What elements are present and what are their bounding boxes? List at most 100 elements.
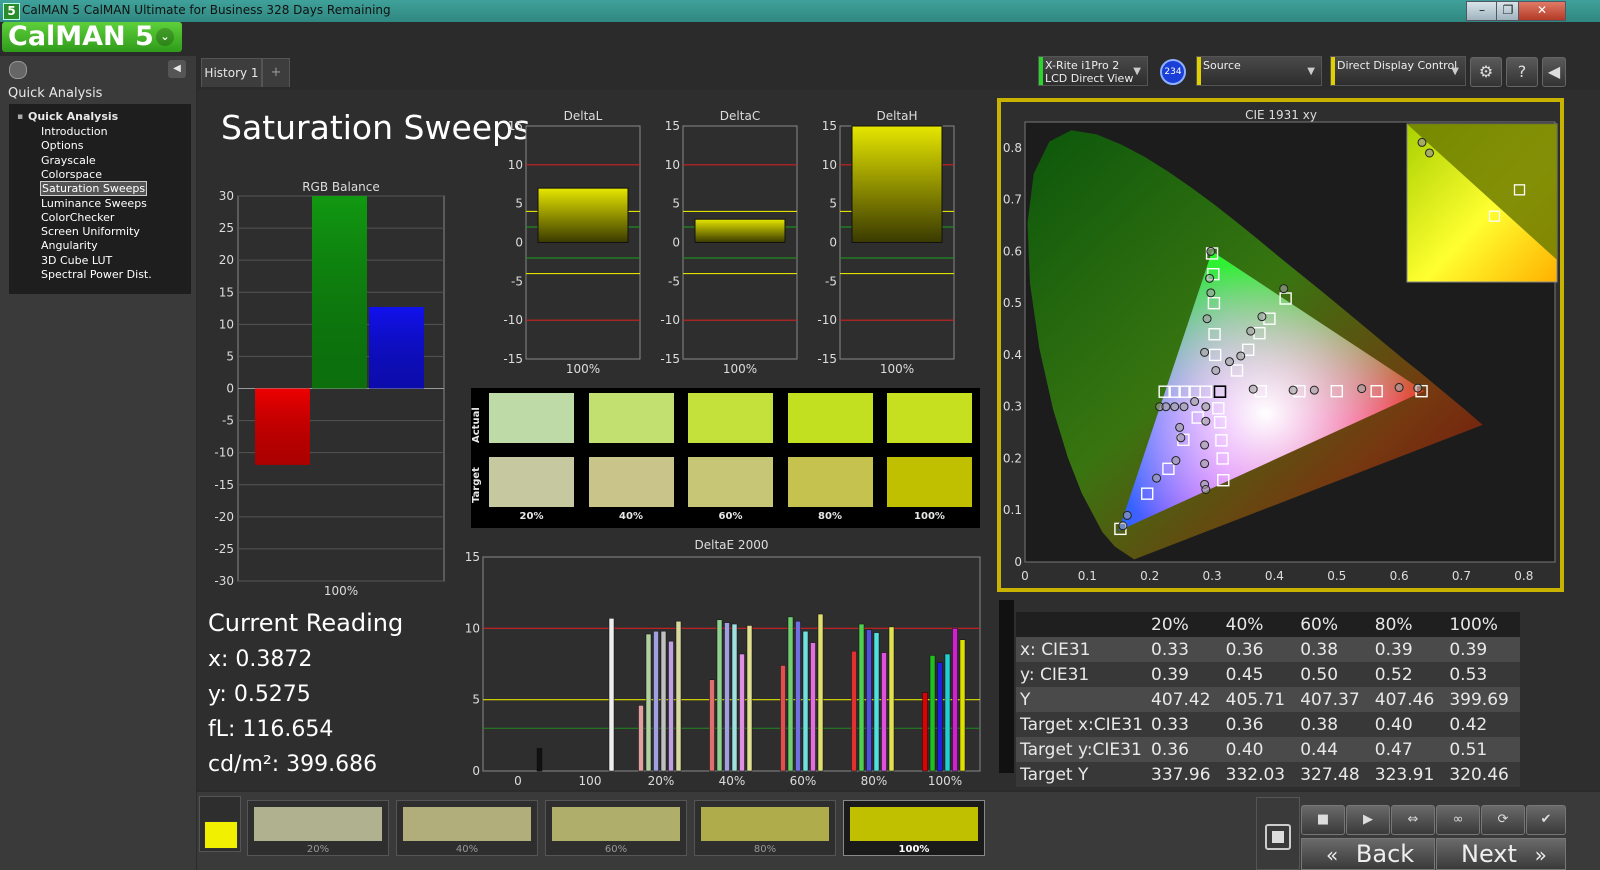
table-cell: Target y:CIE31 [1020, 739, 1142, 760]
close-button[interactable]: ✕ [1518, 1, 1566, 21]
measured-point [1394, 383, 1404, 393]
maximize-button[interactable]: ❐ [1496, 1, 1520, 21]
y-tick-label: 0.4 [1003, 348, 1022, 362]
y-tick-label: 0.1 [1003, 503, 1022, 517]
measured-point [1225, 357, 1235, 367]
patch-swatch [850, 807, 978, 841]
y-tick-label: 0.3 [1003, 400, 1022, 414]
add-tab-button[interactable]: + [262, 58, 290, 87]
patch-button[interactable]: 80% [694, 800, 836, 856]
patch-button[interactable]: 60% [545, 800, 687, 856]
back-button[interactable]: « Back [1301, 838, 1435, 870]
table-cell: Target x:CIE31 [1020, 714, 1144, 735]
table-cell: 0.52 [1374, 664, 1413, 685]
table-cell: 0.40 [1225, 739, 1264, 760]
sidebar-item[interactable]: Angularity [41, 239, 98, 252]
collapse-right-icon[interactable]: ◀ [1542, 57, 1566, 87]
sidebar-item[interactable]: Luminance Sweeps [41, 197, 147, 210]
tick-label: -20 [214, 510, 234, 524]
measured-point [1170, 402, 1180, 412]
sidebar-item[interactable]: Grayscale [41, 154, 96, 167]
tree-collapse-icon[interactable]: ▪ [17, 112, 23, 122]
play-icon[interactable]: ▶ [1346, 805, 1390, 835]
sidebar-item[interactable]: Options [41, 139, 83, 152]
y-tick-label: 0.7 [1003, 193, 1022, 207]
deltae-bar [959, 639, 966, 772]
measured-point [1200, 459, 1210, 469]
measured-point [1171, 456, 1181, 466]
measured-point [1122, 510, 1132, 520]
display-selector[interactable]: Direct Display Control ▼ [1330, 56, 1466, 86]
tick-label: 20 [219, 253, 234, 267]
record-icon[interactable] [9, 61, 27, 79]
patch-button[interactable]: 100% [843, 800, 985, 856]
source-selector[interactable]: Source ▼ [1196, 56, 1322, 86]
table-cell: x: CIE31 [1020, 639, 1091, 660]
table-cell: 0.47 [1374, 739, 1413, 760]
table-cell: 0.40 [1374, 714, 1413, 735]
read-series-icon[interactable]: ⇔ [1391, 805, 1435, 835]
tick-label: -5 [511, 274, 523, 288]
sidebar-item[interactable]: Colorspace [41, 168, 102, 181]
sidebar-item[interactable]: Saturation Sweeps [39, 181, 148, 197]
actual-swatch [787, 393, 873, 443]
current-reading-heading: Current Reading [208, 609, 404, 637]
continuous-icon[interactable]: ∞ [1436, 805, 1480, 835]
table-cell: 399.69 [1449, 689, 1509, 710]
tab-history-1[interactable]: History 1 [201, 58, 262, 87]
app-icon: 5 [3, 3, 20, 20]
category-label: 0 [514, 774, 522, 788]
delta-title: DeltaH [876, 109, 917, 123]
stop-all-icon[interactable] [1265, 824, 1291, 850]
sidebar-item[interactable]: Screen Uniformity [41, 225, 140, 238]
sidebar-item[interactable]: Spectral Power Dist. [41, 268, 152, 281]
tick-label: 5 [829, 197, 837, 211]
app-brand-button[interactable]: CalMAN 5 ⌄ [2, 22, 182, 52]
workflow-tree: ▪ Quick Analysis Introduction Options Gray… [9, 104, 191, 294]
measured-point [1118, 521, 1128, 531]
patch-button[interactable]: 20% [247, 800, 389, 856]
meter-badge[interactable]: 234 [1160, 59, 1186, 85]
rgb-bar-shade [369, 307, 424, 389]
table-cell: 0.42 [1449, 714, 1488, 735]
refresh-icon[interactable]: ⟳ [1481, 805, 1525, 835]
tick-label: 0 [472, 764, 480, 778]
measured-point [1179, 402, 1189, 412]
measured-point [1257, 312, 1267, 322]
delta-bar [694, 218, 786, 243]
swatch-label: 60% [718, 511, 743, 522]
collapse-panel-icon[interactable]: ◀ [168, 60, 186, 78]
help-icon[interactable]: ? [1506, 57, 1538, 87]
minimize-button[interactable]: – [1466, 1, 1498, 21]
tree-root[interactable]: Quick Analysis [28, 110, 118, 123]
measured-point [1248, 384, 1258, 394]
deltae-bar [536, 747, 543, 772]
tick-label: 5 [226, 349, 234, 363]
sidebar-item[interactable]: 3D Cube LUT [41, 254, 112, 267]
x-tick-label: 0.6 [1390, 569, 1409, 583]
sidebar-item[interactable]: Introduction [41, 125, 108, 138]
stop-all-panel [1256, 797, 1300, 870]
rgb-balance-chart: 30 25 20 15 10 5 0 -5 -10 -15 -20 -25 -30 100% [214, 190, 445, 598]
deltae-chart: 15 10 5 0 0 100 20% 40% 60% 80% 100% [465, 550, 981, 788]
settings-gear-icon[interactable]: ⚙ [1470, 57, 1502, 87]
patch-label: 80% [753, 844, 777, 855]
title-bar: 5 CalMAN 5 CalMAN Ultimate for Business … [0, 0, 1600, 22]
sidebar-item[interactable]: ColorChecker [41, 211, 114, 224]
tick-label: 0 [226, 382, 234, 396]
meter-selector[interactable]: X-Rite i1Pro 2 LCD Direct View ▼ [1038, 56, 1148, 86]
page-title: Saturation Sweeps [221, 108, 531, 147]
meter-mode: LCD Direct View [1045, 72, 1134, 85]
stop-icon[interactable]: ■ [1301, 805, 1345, 835]
table-row-header-strip [999, 600, 1014, 773]
color-swatch-panel: Actual Target 20% 40% 60% 80% 100% [471, 388, 980, 528]
checkmark-icon[interactable]: ✔ [1526, 805, 1566, 835]
deltae-bar [746, 625, 753, 772]
patch-button[interactable]: 40% [396, 800, 538, 856]
x-tick-label: 0.5 [1327, 569, 1346, 583]
table-row: Target x:CIE31 0.33 0.36 0.38 0.40 0.42 [1016, 712, 1520, 737]
next-button[interactable]: Next » [1436, 838, 1566, 870]
deltae-bar [660, 630, 667, 772]
x-tick-label: 0.7 [1452, 569, 1471, 583]
measured-point [1246, 326, 1256, 336]
